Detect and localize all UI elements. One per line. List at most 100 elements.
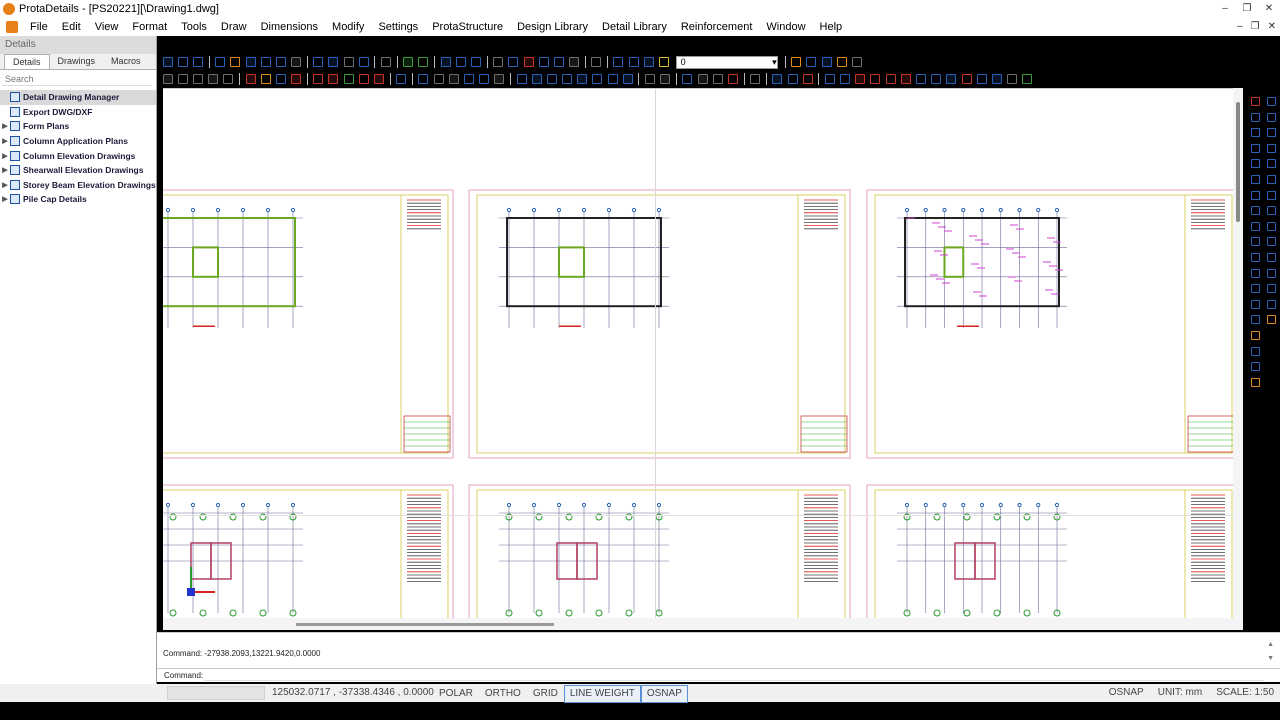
right-tool-icon[interactable]	[1251, 315, 1260, 325]
toolbar-tool-icon[interactable]	[750, 74, 761, 84]
right-tool-icon[interactable]	[1251, 362, 1260, 372]
toolbar-tool-icon[interactable]	[192, 57, 203, 67]
right-tool-icon[interactable]	[1251, 190, 1260, 200]
right-tool-icon[interactable]	[1251, 299, 1260, 309]
right-tool-icon[interactable]	[1251, 128, 1260, 138]
toolbar-tool-icon[interactable]	[418, 57, 429, 67]
toolbar-tool-icon[interactable]	[607, 74, 618, 84]
right-tool-icon[interactable]	[1251, 284, 1260, 294]
right-tool-icon[interactable]	[1251, 143, 1260, 153]
right-tool-icon[interactable]	[1251, 97, 1260, 106]
toolbar-tool-icon[interactable]	[448, 74, 459, 84]
toolbar-tool-icon[interactable]	[403, 57, 414, 67]
expand-arrow-icon[interactable]: ▶	[0, 166, 10, 174]
toolbar-tool-icon[interactable]	[562, 74, 573, 84]
right-tool-icon[interactable]	[1251, 175, 1260, 184]
toolbar-tool-icon[interactable]	[697, 74, 708, 84]
toolbar-tool-icon[interactable]	[275, 57, 286, 67]
toolbar-tool-icon[interactable]	[622, 74, 633, 84]
tree-item-pile-cap-details[interactable]: ▶ Pile Cap Details	[0, 192, 156, 207]
toolbar-tool-icon[interactable]	[463, 74, 474, 84]
menu-reinforcement[interactable]: Reinforcement	[674, 18, 760, 36]
toolbar-tool-icon[interactable]	[851, 57, 862, 67]
toolbar-tool-icon[interactable]	[455, 57, 466, 67]
toolbar-tool-icon[interactable]	[470, 57, 481, 67]
toolbar-tool-icon[interactable]	[546, 74, 557, 84]
toolbar-tool-icon[interactable]	[260, 74, 271, 84]
toolbar-tool-icon[interactable]	[660, 74, 671, 84]
polar-toggle[interactable]: POLAR	[433, 685, 479, 703]
right-tool-icon[interactable]	[1267, 315, 1276, 325]
toolbar-tool-icon[interactable]	[328, 74, 339, 84]
toolbar-tool-icon[interactable]	[245, 74, 256, 84]
expand-arrow-icon[interactable]: ▶	[0, 137, 10, 145]
right-tool-icon[interactable]	[1251, 221, 1260, 231]
toolbar-tool-icon[interactable]	[836, 57, 847, 67]
toolbar-tool-icon[interactable]	[577, 74, 588, 84]
toolbar-tool-icon[interactable]	[374, 74, 385, 84]
toolbar-tool-icon[interactable]	[479, 74, 490, 84]
right-tool-icon[interactable]	[1251, 112, 1260, 122]
toolbar-tool-icon[interactable]	[230, 57, 241, 67]
toolbar-tool-icon[interactable]	[628, 57, 639, 67]
toolbar-tool-icon[interactable]	[791, 57, 802, 67]
right-tool-icon[interactable]	[1251, 206, 1260, 216]
menu-window[interactable]: Window	[759, 18, 812, 36]
toolbar-tool-icon[interactable]	[961, 74, 972, 84]
toolbar-tool-icon[interactable]	[328, 57, 339, 67]
toolbar-tool-icon[interactable]	[976, 74, 987, 84]
toolbar-tool-icon[interactable]	[223, 74, 234, 84]
toolbar-tool-icon[interactable]	[381, 57, 392, 67]
toolbar-tool-icon[interactable]	[313, 57, 324, 67]
toolbar-tool-icon[interactable]	[538, 57, 549, 67]
toolbar-tool-icon[interactable]	[291, 57, 302, 67]
toolbar-tool-icon[interactable]	[418, 74, 429, 84]
menu-design-library[interactable]: Design Library	[510, 18, 595, 36]
tree-item-export-dwg-dxf[interactable]: Export DWG/DXF	[0, 105, 156, 120]
tab-macros[interactable]: Macros	[103, 54, 149, 69]
toolbar-tool-icon[interactable]	[313, 74, 324, 84]
toolbar-tool-icon[interactable]	[162, 74, 173, 84]
tree-item-column-application-plans[interactable]: ▶ Column Application Plans	[0, 134, 156, 149]
right-tool-icon[interactable]	[1267, 268, 1276, 278]
doc-minimize-button[interactable]: –	[1237, 18, 1243, 36]
expand-arrow-icon[interactable]: ▶	[0, 152, 10, 160]
menu-tools[interactable]: Tools	[174, 18, 214, 36]
right-tool-icon[interactable]	[1267, 112, 1276, 122]
menu-edit[interactable]: Edit	[55, 18, 88, 36]
minimize-button[interactable]: –	[1214, 0, 1236, 18]
menu-format[interactable]: Format	[125, 18, 174, 36]
right-tool-icon[interactable]	[1267, 253, 1276, 262]
tree-item-form-plans[interactable]: ▶ Form Plans	[0, 119, 156, 134]
menu-file[interactable]: File	[23, 18, 55, 36]
horizontal-scroll-thumb[interactable]	[296, 623, 554, 626]
toolbar-tool-icon[interactable]	[645, 74, 656, 84]
toolbar-tool-icon[interactable]	[215, 57, 226, 67]
toolbar-tool-icon[interactable]	[787, 74, 798, 84]
right-tool-icon[interactable]	[1267, 175, 1276, 184]
toolbar-tool-icon[interactable]	[192, 74, 203, 84]
toolbar-tool-icon[interactable]	[855, 74, 866, 84]
toolbar-tool-icon[interactable]	[343, 57, 354, 67]
toolbar-tool-icon[interactable]	[494, 74, 505, 84]
toolbar-tool-icon[interactable]	[343, 74, 354, 84]
horizontal-scrollbar[interactable]	[163, 618, 1243, 630]
toolbar-tool-icon[interactable]	[493, 57, 504, 67]
right-tool-icon[interactable]	[1251, 237, 1260, 247]
toolbar-tool-icon[interactable]	[900, 74, 911, 84]
menu-settings[interactable]: Settings	[371, 18, 425, 36]
right-tool-icon[interactable]	[1267, 299, 1276, 309]
tree-item-detail-drawing-manager[interactable]: Detail Drawing Manager	[0, 90, 156, 105]
menu-draw[interactable]: Draw	[214, 18, 254, 36]
toolbar-tool-icon[interactable]	[946, 74, 957, 84]
right-tool-icon[interactable]	[1251, 253, 1260, 262]
right-tool-icon[interactable]	[1267, 97, 1276, 106]
toolbar-tool-icon[interactable]	[885, 74, 896, 84]
close-button[interactable]: ✕	[1258, 0, 1280, 18]
right-tool-icon[interactable]	[1267, 159, 1276, 169]
command-input[interactable]	[204, 670, 1264, 681]
tab-details[interactable]: Details	[4, 54, 50, 69]
toolbar-tool-icon[interactable]	[208, 74, 219, 84]
vertical-scroll-thumb[interactable]	[1236, 102, 1240, 222]
toolbar-tool-icon[interactable]	[806, 57, 817, 67]
